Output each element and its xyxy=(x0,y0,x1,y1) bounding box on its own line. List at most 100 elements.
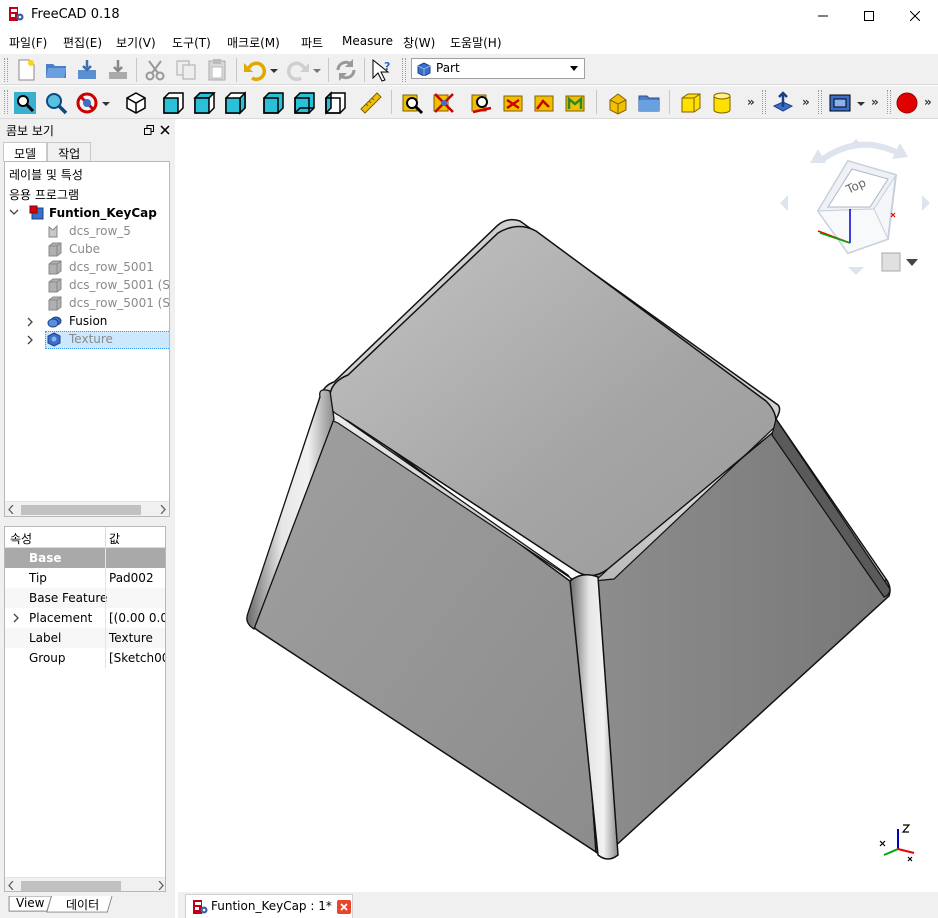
toolbar-grip[interactable] xyxy=(818,90,822,114)
measure-toggle-3d-icon[interactable] xyxy=(563,91,587,115)
create-group-icon[interactable] xyxy=(637,91,661,115)
measure-clear-all-icon[interactable] xyxy=(501,91,525,115)
menu-part[interactable]: 파트 xyxy=(301,31,323,53)
property-row[interactable]: Label Texture xyxy=(5,628,165,648)
copy-icon[interactable] xyxy=(174,58,198,82)
nav-right-arrow-icon[interactable] xyxy=(922,195,930,211)
close-button[interactable] xyxy=(892,0,938,31)
toolbar-grip[interactable] xyxy=(4,90,8,114)
tab-data[interactable]: 데이터 xyxy=(66,896,99,913)
fit-all-icon[interactable] xyxy=(13,91,37,115)
undock-icon[interactable] xyxy=(144,125,154,135)
menu-edit[interactable]: 편집(E) xyxy=(63,31,102,53)
chevron-right-icon[interactable] xyxy=(27,335,35,345)
chevron-right-icon[interactable] xyxy=(27,317,35,327)
scrollbar-thumb[interactable] xyxy=(21,881,121,891)
paste-icon[interactable] xyxy=(205,58,229,82)
tree-item-fusion[interactable]: Fusion xyxy=(27,313,167,331)
toolbar-overflow-button[interactable]: » xyxy=(924,95,932,109)
redo-dropdown-icon[interactable] xyxy=(311,58,323,82)
document-tab[interactable]: Funtion_KeyCap : 1* xyxy=(185,894,353,918)
toolbar-overflow-button[interactable]: » xyxy=(871,95,879,109)
minimize-button[interactable] xyxy=(800,0,846,31)
close-panel-icon[interactable] xyxy=(160,125,170,135)
tab-tasks[interactable]: 작업 xyxy=(47,142,92,162)
tab-model[interactable]: 모델 xyxy=(3,142,48,162)
menu-macro[interactable]: 매크로(M) xyxy=(227,31,280,53)
chevron-right-icon[interactable] xyxy=(13,613,19,623)
view-box-dropdown-icon[interactable] xyxy=(855,91,867,115)
undo-dropdown-icon[interactable] xyxy=(268,58,280,82)
menu-help[interactable]: 도움말(H) xyxy=(450,31,502,53)
menu-tools[interactable]: 도구(T) xyxy=(172,31,211,53)
part-cylinder-icon[interactable] xyxy=(710,91,734,115)
property-value[interactable]: Texture xyxy=(109,631,153,645)
menu-view[interactable]: 보기(V) xyxy=(116,31,156,53)
navigation-cube[interactable]: Top xyxy=(778,131,938,291)
save-as-icon[interactable] xyxy=(106,58,130,82)
part-extrude-icon[interactable] xyxy=(771,91,795,115)
undo-icon[interactable] xyxy=(243,58,267,82)
scroll-right-icon[interactable] xyxy=(160,505,166,514)
open-folder-icon[interactable] xyxy=(44,58,68,82)
rotate-arc-icon[interactable] xyxy=(818,141,900,164)
tree-item-document[interactable]: Funtion_KeyCap xyxy=(9,205,169,223)
toolbar-grip[interactable] xyxy=(762,90,766,114)
menu-measure[interactable]: Measure xyxy=(342,31,393,53)
tab-view[interactable]: View xyxy=(16,896,44,910)
property-column-header[interactable]: 속성 xyxy=(10,530,32,547)
toolbar-grip[interactable] xyxy=(402,58,406,82)
menu-file[interactable]: 파일(F) xyxy=(9,31,47,53)
chevron-down-icon[interactable] xyxy=(9,209,19,217)
scroll-left-icon[interactable] xyxy=(8,881,14,890)
property-value[interactable]: [(0.00 0.00 xyxy=(109,611,165,625)
nav-left-arrow-icon[interactable] xyxy=(780,195,788,211)
property-row[interactable]: Placement [(0.00 0.00 xyxy=(5,608,165,628)
scroll-left-icon[interactable] xyxy=(8,505,14,514)
fit-selection-icon[interactable] xyxy=(44,91,68,115)
menu-window[interactable]: 창(W) xyxy=(403,31,435,53)
property-row[interactable]: Base Feature xyxy=(5,588,165,608)
view-isometric-icon[interactable] xyxy=(124,91,148,115)
view-right-icon[interactable] xyxy=(223,91,247,115)
tree-horizontal-scrollbar[interactable] xyxy=(5,501,169,516)
property-row[interactable]: Group [Sketch009 xyxy=(5,648,165,668)
workbench-selector[interactable]: Part xyxy=(411,58,585,79)
maximize-button[interactable] xyxy=(846,0,892,31)
draw-style-icon[interactable] xyxy=(75,91,99,115)
toolbar-grip[interactable] xyxy=(4,58,8,82)
view-front-icon[interactable] xyxy=(161,91,185,115)
toolbar-overflow-button[interactable]: » xyxy=(802,95,810,109)
view-rear-icon[interactable] xyxy=(261,91,285,115)
redo-icon[interactable] xyxy=(286,58,310,82)
property-value[interactable]: Pad002 xyxy=(109,571,154,585)
measure-toggle-all-icon[interactable] xyxy=(532,91,556,115)
scroll-right-icon[interactable] xyxy=(158,881,164,890)
property-value[interactable]: [Sketch009 xyxy=(109,651,165,665)
close-tab-icon[interactable] xyxy=(337,900,351,914)
view-left-icon[interactable] xyxy=(323,91,347,115)
view-top-icon[interactable] xyxy=(192,91,216,115)
property-horizontal-scrollbar[interactable] xyxy=(5,877,165,891)
property-row[interactable]: Tip Pad002 xyxy=(5,568,165,588)
draw-style-dropdown-icon[interactable] xyxy=(100,91,112,115)
view-menu-dropdown-icon[interactable] xyxy=(906,259,918,266)
scrollbar-thumb[interactable] xyxy=(21,505,141,515)
view-box-icon[interactable] xyxy=(828,91,852,115)
save-icon[interactable] xyxy=(75,58,99,82)
measure-linear-icon[interactable] xyxy=(401,91,425,115)
toolbar-grip[interactable] xyxy=(887,90,891,114)
create-part-icon[interactable] xyxy=(606,91,630,115)
refresh-icon[interactable] xyxy=(334,58,358,82)
whats-this-icon[interactable]: ? xyxy=(370,58,394,82)
new-file-icon[interactable] xyxy=(14,58,38,82)
property-group-base[interactable]: Base xyxy=(5,548,165,568)
tree-item-texture[interactable]: Texture xyxy=(27,331,169,349)
macro-record-icon[interactable] xyxy=(895,91,919,115)
part-box-icon[interactable] xyxy=(679,91,703,115)
nav-down-arrow-icon[interactable] xyxy=(848,267,864,275)
view-menu-cube-icon[interactable] xyxy=(881,252,901,272)
toolbar-overflow-button[interactable]: » xyxy=(747,95,755,109)
3d-viewport[interactable]: Top xyxy=(178,119,938,892)
value-column-header[interactable]: 값 xyxy=(109,530,120,547)
